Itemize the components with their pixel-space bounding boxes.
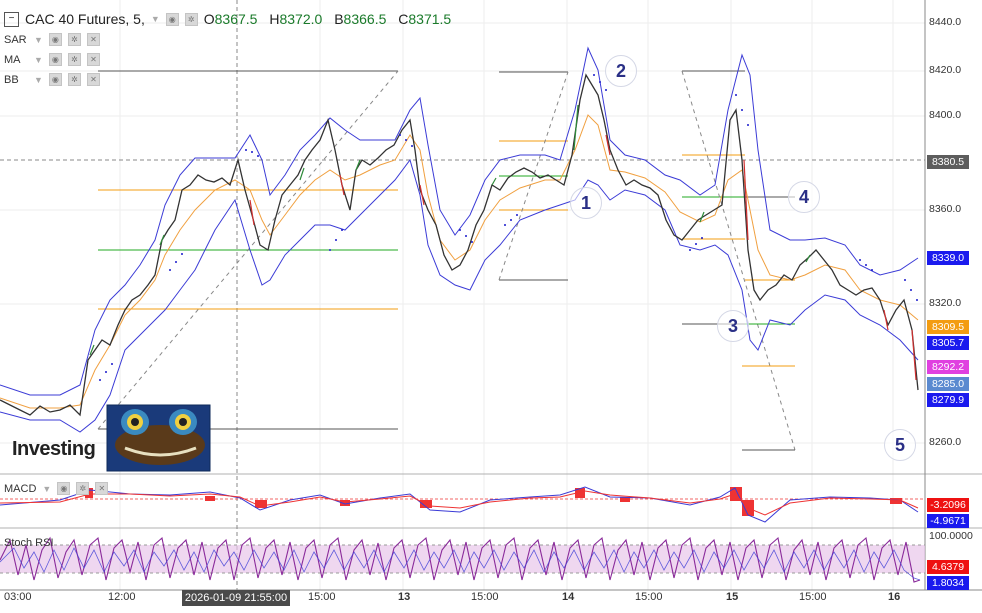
parabolic-sar-dots: [99, 74, 918, 381]
time-tick: 12:00: [108, 591, 136, 603]
stoch-rsi-max-label: 100.0000: [929, 530, 973, 542]
wave-label-5[interactable]: 5: [884, 429, 916, 461]
stoch-rsi-d-label: 1.8034: [927, 576, 969, 590]
indicator-label[interactable]: MA: [4, 54, 28, 66]
chevron-down-icon[interactable]: ▼: [34, 35, 43, 45]
gear-icon[interactable]: ✲: [67, 73, 81, 86]
stoch-rsi-k-label: 4.6379: [927, 560, 969, 574]
eye-icon[interactable]: ◉: [165, 12, 179, 26]
price-tick: 8400.0: [929, 109, 962, 121]
price-tick: 8440.0: [929, 16, 962, 28]
chevron-down-icon[interactable]: ▼: [42, 484, 51, 494]
indicator-label[interactable]: SAR: [4, 34, 28, 46]
price-tick: 8320.0: [929, 297, 962, 309]
gear-icon[interactable]: ✲: [184, 12, 198, 26]
wave-label-3[interactable]: 3: [717, 310, 749, 342]
time-tick-day: 16: [888, 591, 901, 603]
indicator-row-bb: BB ▼ ◉ ✲ ✕: [4, 73, 100, 86]
wave-label-4[interactable]: 4: [788, 181, 820, 213]
crosshair-price-label: 8380.5: [927, 155, 969, 169]
close-label: C: [398, 11, 409, 27]
time-tick: 15:00: [799, 591, 827, 603]
indicator-row-ma: MA ▼ ◉ ✲ ✕: [4, 53, 100, 66]
close-value: 8371.5: [408, 11, 452, 27]
grid: [0, 0, 925, 590]
high-label: H: [269, 11, 280, 27]
open-value: 8367.5: [214, 11, 258, 27]
open-label: O: [203, 11, 215, 27]
chevron-down-icon[interactable]: ▼: [151, 14, 160, 24]
candle-accents: [89, 104, 917, 381]
gear-icon[interactable]: ✲: [67, 33, 81, 46]
chart-canvas[interactable]: [0, 0, 982, 613]
price-tick: 8260.0: [929, 436, 962, 448]
stoch-rsi-title[interactable]: Stoch RSI: [4, 537, 54, 549]
macd-signal-label: -4.9671: [927, 514, 969, 528]
indicator-label[interactable]: BB: [4, 74, 28, 86]
chevron-down-icon[interactable]: ▼: [34, 75, 43, 85]
investing-logo: Investing: [12, 438, 96, 460]
time-tick: 03:00: [4, 591, 32, 603]
price-label-sar: 8305.7: [927, 336, 969, 350]
macd-line: [0, 486, 919, 523]
price-label-ma: 8309.5: [927, 320, 969, 334]
close-icon[interactable]: ✕: [86, 73, 100, 86]
moving-average: [0, 114, 919, 409]
bollinger-bands: [0, 46, 919, 433]
time-tick-day: 15: [726, 591, 739, 603]
eye-icon[interactable]: ◉: [57, 482, 71, 495]
chart-header: − CAC 40 Futures, 5, ▼ ◉ ✲ O8367.5 H8372…: [4, 8, 459, 30]
macd-title[interactable]: MACD: [4, 483, 36, 495]
eye-icon[interactable]: ◉: [48, 73, 62, 86]
close-icon[interactable]: ✕: [95, 482, 109, 495]
time-tick: 15:00: [308, 591, 336, 603]
stoch-rsi-legend: Stoch RSI: [4, 537, 54, 549]
price-series: [0, 73, 919, 417]
gear-icon[interactable]: ✲: [76, 482, 90, 495]
close-icon[interactable]: ✕: [86, 53, 100, 66]
low-label: B: [334, 11, 344, 27]
wave-label-2[interactable]: 2: [605, 55, 637, 87]
price-label-bb-upper: 8339.0: [927, 251, 969, 265]
fib-levels-a: [97, 70, 399, 430]
macd-signal-line: [0, 490, 919, 516]
close-icon[interactable]: ✕: [86, 33, 100, 46]
eye-icon[interactable]: ◉: [48, 33, 62, 46]
indicator-row-sar: SAR ▼ ◉ ✲ ✕: [4, 33, 100, 46]
price-label-bb-lower: 8279.9: [927, 393, 969, 407]
snake-cartoon-image: [106, 404, 211, 472]
price-label-last: 8285.0: [927, 377, 969, 391]
wave-label-1[interactable]: 1: [570, 187, 602, 219]
macd-value-label: -3.2096: [927, 498, 969, 512]
symbol-title[interactable]: CAC 40 Futures, 5,: [25, 11, 145, 27]
crosshair-time-label: 2026-01-09 21:55:00: [182, 590, 290, 606]
macd-legend: MACD ▼ ◉ ✲ ✕: [4, 482, 109, 495]
chevron-down-icon[interactable]: ▼: [34, 55, 43, 65]
time-tick: 15:00: [635, 591, 663, 603]
gear-icon[interactable]: ✲: [67, 53, 81, 66]
price-label-bb-mid: 8292.2: [927, 360, 969, 374]
high-value: 8372.0: [279, 11, 323, 27]
price-tick: 8420.0: [929, 64, 962, 76]
fib-levels-b: [498, 71, 569, 281]
time-tick-day: 14: [562, 591, 575, 603]
eye-icon[interactable]: ◉: [48, 53, 62, 66]
price-tick: 8360.0: [929, 203, 962, 215]
collapse-icon[interactable]: −: [4, 11, 19, 27]
low-value: 8366.5: [343, 11, 387, 27]
time-tick: 15:00: [471, 591, 499, 603]
time-tick-day: 13: [398, 591, 411, 603]
